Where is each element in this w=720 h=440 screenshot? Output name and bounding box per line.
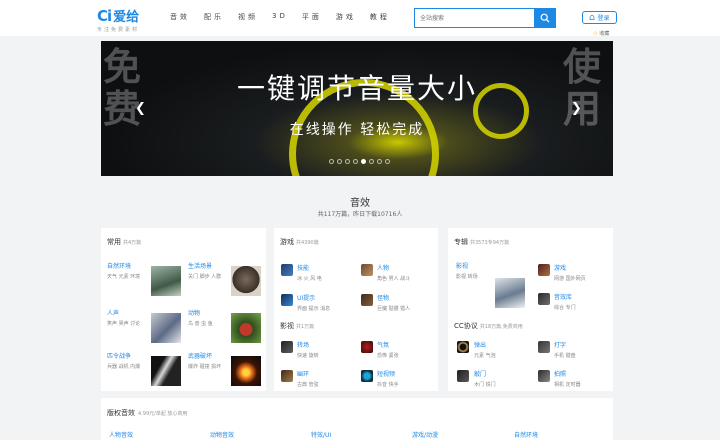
character-icon — [361, 264, 373, 276]
card-copyright: 版权音效 4.99元/单起 放心商用 人物音效 动物音效 特效/UI 游戏/动漫 … — [101, 398, 613, 440]
card-special-head: 专辑 共3573专94万篇 — [454, 238, 510, 246]
search-button[interactable] — [534, 8, 556, 28]
transition-icon — [281, 341, 293, 353]
category-link[interactable]: 人物音效 — [109, 430, 210, 439]
typing-icon — [538, 341, 550, 353]
list-item[interactable]: 影视 影视 转场 — [456, 261, 478, 280]
site-logo[interactable]: Ci 爱给 专注免费素材 — [97, 6, 140, 34]
copyright-head: 版权音效 4.99元/单起 放心商用 — [107, 409, 188, 417]
favorite-label: 收藏 — [599, 31, 610, 37]
login-label: 登录 — [597, 15, 610, 22]
nav-item-3d[interactable]: 3D — [272, 12, 288, 22]
list-item[interactable]: 动物 鸟 兽 虫 鱼 — [188, 308, 213, 327]
card-special: 专辑 共3573专94万篇 影视 影视 转场 游戏 网游 国外网页 音效库 综合 … — [448, 228, 613, 391]
category-link[interactable]: 自然环境 — [514, 430, 594, 439]
search-box — [414, 8, 556, 28]
login-button[interactable]: 登录 — [582, 11, 617, 24]
loop-icon — [281, 370, 293, 382]
list-item[interactable]: 自然环境 天气 元素 环境 — [107, 261, 140, 280]
card-game: 游戏 共4390篇 技能 冰 火 风 电 人物 角色 男人 战斗 UI提示 界面 … — [274, 228, 438, 391]
list-item[interactable]: 游戏 网游 国外网页 — [554, 263, 586, 282]
banner-dot[interactable] — [353, 159, 358, 164]
list-item[interactable]: 武器破坏 爆炸 碰撞 损坏 — [188, 351, 221, 370]
card-cc-head: CC协议 共18万篇,免费商用 — [454, 322, 523, 330]
card-film-head: 影视 共1万篇 — [280, 322, 315, 330]
logo-text: 爱给 — [113, 10, 140, 25]
category-link[interactable]: 动物音效 — [210, 430, 311, 439]
list-item[interactable]: 弹出 元素 气泡 — [474, 340, 496, 359]
list-item[interactable]: 人物 角色 男人 战斗 — [377, 263, 410, 282]
banner-pagination — [329, 159, 390, 164]
banner-subtitle: 在线操作 轻松完成 — [289, 122, 425, 138]
banner-dot[interactable] — [345, 159, 350, 164]
card-common-head: 常用 共4万篇 — [107, 238, 142, 246]
knock-icon — [457, 370, 469, 382]
banner-dot[interactable] — [377, 159, 382, 164]
game-album-icon — [538, 264, 550, 276]
logo-mark: Ci — [97, 6, 112, 25]
list-item[interactable]: 生活场景 关门 脚步 人群 — [188, 261, 221, 280]
thumbnail-film[interactable] — [495, 278, 525, 308]
list-item[interactable]: 敲门 木门 铁门 — [474, 369, 496, 388]
list-item[interactable]: 拍照 相机 定时器 — [554, 369, 581, 388]
list-item[interactable]: 幽环 古典 管弦 — [297, 369, 319, 388]
card-game-head: 游戏 共4390篇 — [280, 238, 319, 246]
ui-icon — [281, 294, 293, 306]
camera-icon — [538, 370, 550, 382]
list-item[interactable]: 打字 手机 键盘 — [554, 340, 576, 359]
banner-prev-arrow[interactable]: ❮ — [135, 101, 146, 116]
search-icon — [540, 13, 550, 23]
popup-icon — [457, 341, 469, 353]
short-video-icon — [361, 370, 373, 382]
list-item[interactable]: 音效库 综合 专门 — [554, 292, 576, 311]
banner-dot[interactable] — [385, 159, 390, 164]
list-item[interactable]: 匹令战争 兵器 战机 内爆 — [107, 351, 140, 370]
main-nav: 音效 配乐 视频 3D 平面 游戏 教程 — [170, 12, 404, 22]
list-item[interactable]: 气氛 恐怖 紧张 — [377, 340, 399, 359]
list-item[interactable]: 短视频 抖音 快手 — [377, 369, 399, 388]
nav-item-graphic[interactable]: 平面 — [302, 12, 322, 22]
top-header: Ci 爱给 专注免费素材 音效 配乐 视频 3D 平面 游戏 教程 登录 — [0, 0, 720, 36]
thumbnail-life[interactable] — [231, 266, 261, 296]
thumbnail-voice[interactable] — [151, 313, 181, 343]
skill-icon — [281, 264, 293, 276]
section-summary: 共117万篇，昨日下载10716人 — [317, 211, 403, 218]
banner-dot[interactable] — [337, 159, 342, 164]
card-common: 常用 共4万篇 自然环境 天气 元素 环境 生活场景 关门 脚步 人群 人声 笑声… — [101, 228, 266, 391]
search-input[interactable] — [414, 8, 534, 28]
banner-dot[interactable] — [329, 159, 334, 164]
list-item[interactable]: 技能 冰 火 风 电 — [297, 263, 322, 282]
nav-item-tutorial[interactable]: 教程 — [370, 12, 390, 22]
category-link[interactable]: 游戏/动漫 — [412, 430, 514, 439]
nav-item-sound[interactable]: 音效 — [170, 12, 190, 22]
banner-dot[interactable] — [369, 159, 374, 164]
atmosphere-icon — [361, 341, 373, 353]
thumbnail-nature[interactable] — [151, 266, 181, 296]
hero-banner[interactable]: 免 费 使 用 一键调节音量大小 在线操作 轻松完成 ❮ ❯ — [101, 41, 613, 176]
banner-next-arrow[interactable]: ❯ — [571, 101, 582, 116]
list-item[interactable]: UI提示 界面 提示 消息 — [297, 293, 330, 312]
category-link[interactable]: 特效/UI — [311, 430, 412, 439]
sound-library-icon — [538, 293, 550, 305]
thumbnail-explosion[interactable] — [231, 356, 261, 386]
banner-dot[interactable] — [361, 159, 366, 164]
nav-item-video[interactable]: 视频 — [238, 12, 258, 22]
favorite-link[interactable]: ☆ 收藏 — [593, 30, 609, 37]
logo-slogan: 专注免费素材 — [97, 27, 140, 33]
star-icon: ☆ — [593, 30, 599, 37]
list-item[interactable]: 转场 快速 旋转 — [297, 340, 319, 359]
thumbnail-animal[interactable] — [231, 313, 261, 343]
list-item[interactable]: 人声 笑声 哭声 讨论 — [107, 308, 140, 327]
section-title: 音效 — [350, 198, 370, 209]
copyright-categories: 人物音效 动物音效 特效/UI 游戏/动漫 自然环境 — [109, 430, 594, 439]
banner-title: 一键调节音量大小 — [236, 72, 477, 105]
nav-item-music[interactable]: 配乐 — [204, 12, 224, 22]
monster-icon — [361, 294, 373, 306]
thumbnail-war[interactable] — [151, 356, 181, 386]
bell-icon — [590, 14, 595, 20]
nav-item-game[interactable]: 游戏 — [336, 12, 356, 22]
list-item[interactable]: 怪物 巨魔 骷髅 猎人 — [377, 293, 410, 312]
